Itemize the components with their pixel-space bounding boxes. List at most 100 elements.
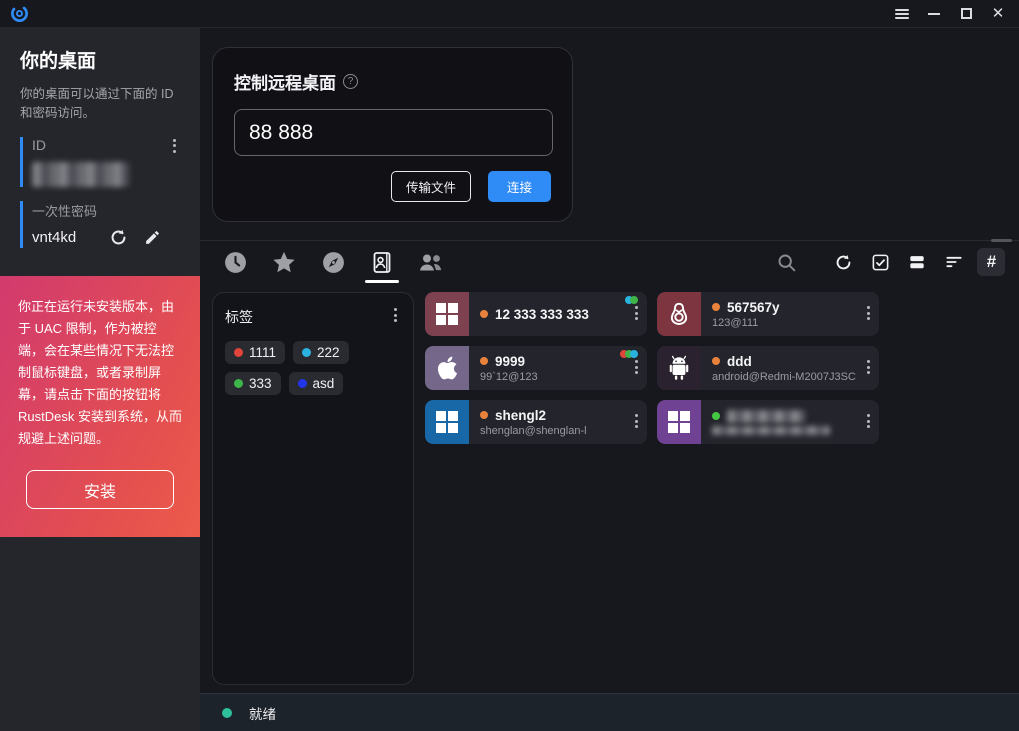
peer-card[interactable]: 9999 99`12@123 (425, 346, 647, 390)
peer-status-dot (712, 412, 720, 420)
peer-menu-icon[interactable] (635, 414, 638, 428)
password-label: 一次性密码 (32, 201, 200, 220)
peer-name: 9999 (495, 354, 525, 369)
cards-view-icon[interactable] (903, 248, 931, 276)
control-remote-desktop-card: 控制远程桌面 ? 传输文件 连接 (212, 47, 573, 222)
compass-icon (321, 250, 346, 275)
tag-label: 222 (317, 345, 340, 360)
peer-status-dot (712, 357, 720, 365)
peer-card[interactable]: 567567y 123@111 (657, 292, 879, 336)
id-value-redacted (32, 162, 129, 187)
transfer-file-button[interactable]: 传输文件 (391, 171, 471, 202)
sort-icon[interactable] (940, 248, 968, 276)
edit-password-icon[interactable] (142, 228, 162, 248)
id-more-menu-icon[interactable] (173, 139, 176, 153)
peer-subtitle-redacted (712, 426, 830, 435)
password-value: vnt4kd (32, 229, 76, 246)
tag-pill[interactable]: 333 (225, 372, 281, 395)
tab-group[interactable] (418, 250, 444, 275)
scrollbar-thumb[interactable] (991, 239, 1012, 242)
status-ready-dot (222, 708, 232, 718)
peer-menu-icon[interactable] (867, 360, 870, 374)
peer-os-icon (657, 346, 701, 390)
tab-recent-sessions[interactable] (222, 250, 248, 275)
peer-name-redacted (727, 410, 805, 423)
peer-card[interactable]: 12 333 333 333 (425, 292, 647, 336)
tag-list: 1111 222 333 asd (225, 341, 401, 395)
peer-tag-dots (628, 296, 638, 304)
tags-panel: 标签 1111 222 333 asd (212, 292, 414, 685)
help-circle-icon[interactable]: ? (343, 74, 358, 89)
tag-color-dot (234, 348, 243, 357)
sidebar-description: 你的桌面可以通过下面的 ID 和密码访问。 (0, 73, 200, 123)
minimize-icon[interactable] (921, 3, 947, 25)
peer-card[interactable]: shengl2 shenglan@shenglan-l (425, 400, 647, 444)
checkbox-icon[interactable] (866, 248, 894, 276)
peer-status-dot (712, 303, 720, 311)
tag-color-dot (234, 379, 243, 388)
install-banner-text: 你正在运行未安装版本，由于 UAC 限制，作为被控端，会在某些情况下无法控制鼠标… (18, 296, 182, 451)
peer-name: 12 333 333 333 (495, 307, 589, 322)
peer-subtitle: shenglan@shenglan-l (480, 425, 647, 437)
close-icon[interactable]: ✕ (985, 3, 1011, 25)
peer-tag-dots (623, 350, 638, 358)
peer-status-dot (480, 357, 488, 365)
tag-label: 333 (249, 376, 272, 391)
linux-tux-icon (666, 300, 692, 328)
tag-color-dot (302, 348, 311, 357)
peer-name: ddd (727, 354, 752, 369)
grid-view-icon[interactable]: # (977, 248, 1005, 276)
peer-name: shengl2 (495, 408, 546, 423)
address-book-icon (370, 250, 394, 275)
peer-status-dot (480, 310, 488, 318)
peer-os-icon (425, 400, 469, 444)
tag-pill[interactable]: asd (289, 372, 344, 395)
tag-pill[interactable]: 222 (293, 341, 349, 364)
peer-card[interactable] (657, 400, 879, 444)
rustdesk-logo-icon (10, 4, 29, 23)
refresh-password-icon[interactable] (108, 228, 128, 248)
maximize-icon[interactable] (953, 3, 979, 25)
peer-status-dot (480, 411, 488, 419)
tag-label: 1111 (249, 345, 276, 360)
install-button[interactable]: 安装 (26, 470, 174, 509)
tag-label: asd (313, 376, 335, 391)
peer-card[interactable]: ddd android@Redmi-M2007J3SC (657, 346, 879, 390)
peer-os-icon (657, 292, 701, 336)
clock-icon (223, 250, 248, 275)
window-titlebar: ✕ (0, 0, 1019, 28)
peer-subtitle: 99`12@123 (480, 371, 647, 383)
tab-discovered[interactable] (320, 250, 346, 275)
sidebar: 你的桌面 你的桌面可以通过下面的 ID 和密码访问。 ID 一次性密码 vnt4… (0, 28, 200, 731)
tag-color-dot (298, 379, 307, 388)
peer-menu-icon[interactable] (867, 414, 870, 428)
tags-more-menu-icon[interactable] (394, 308, 397, 322)
menu-icon[interactable] (889, 3, 915, 25)
peer-menu-icon[interactable] (635, 360, 638, 374)
windows-logo-icon (436, 411, 458, 433)
peer-menu-icon[interactable] (635, 306, 638, 320)
status-text: 就绪 (249, 703, 276, 723)
star-icon (271, 250, 297, 275)
control-remote-desktop-title: 控制远程桌面 (234, 69, 336, 94)
sidebar-title: 你的桌面 (0, 28, 200, 73)
search-icon[interactable] (772, 248, 800, 276)
peer-menu-icon[interactable] (867, 306, 870, 320)
apple-logo-icon (437, 355, 458, 381)
peer-toolbar: # (200, 241, 1019, 283)
refresh-icon[interactable] (829, 248, 857, 276)
tab-favorites[interactable] (271, 250, 297, 275)
group-icon (417, 250, 445, 275)
statusbar: 就绪 (200, 693, 1019, 731)
tag-pill[interactable]: 1111 (225, 341, 285, 364)
remote-id-input[interactable] (234, 109, 553, 156)
connect-button[interactable]: 连接 (488, 171, 551, 202)
active-tab-indicator (365, 280, 399, 283)
install-banner: 你正在运行未安装版本，由于 UAC 限制，作为被控端，会在某些情况下无法控制鼠标… (0, 276, 200, 538)
peer-grid: 12 333 333 333 567567y 123@111 9999 99`1… (425, 292, 1007, 685)
peer-os-icon (657, 400, 701, 444)
peer-os-icon (425, 346, 469, 390)
peer-os-icon (425, 292, 469, 336)
windows-logo-icon (436, 303, 458, 325)
tab-address-book[interactable] (369, 250, 395, 275)
